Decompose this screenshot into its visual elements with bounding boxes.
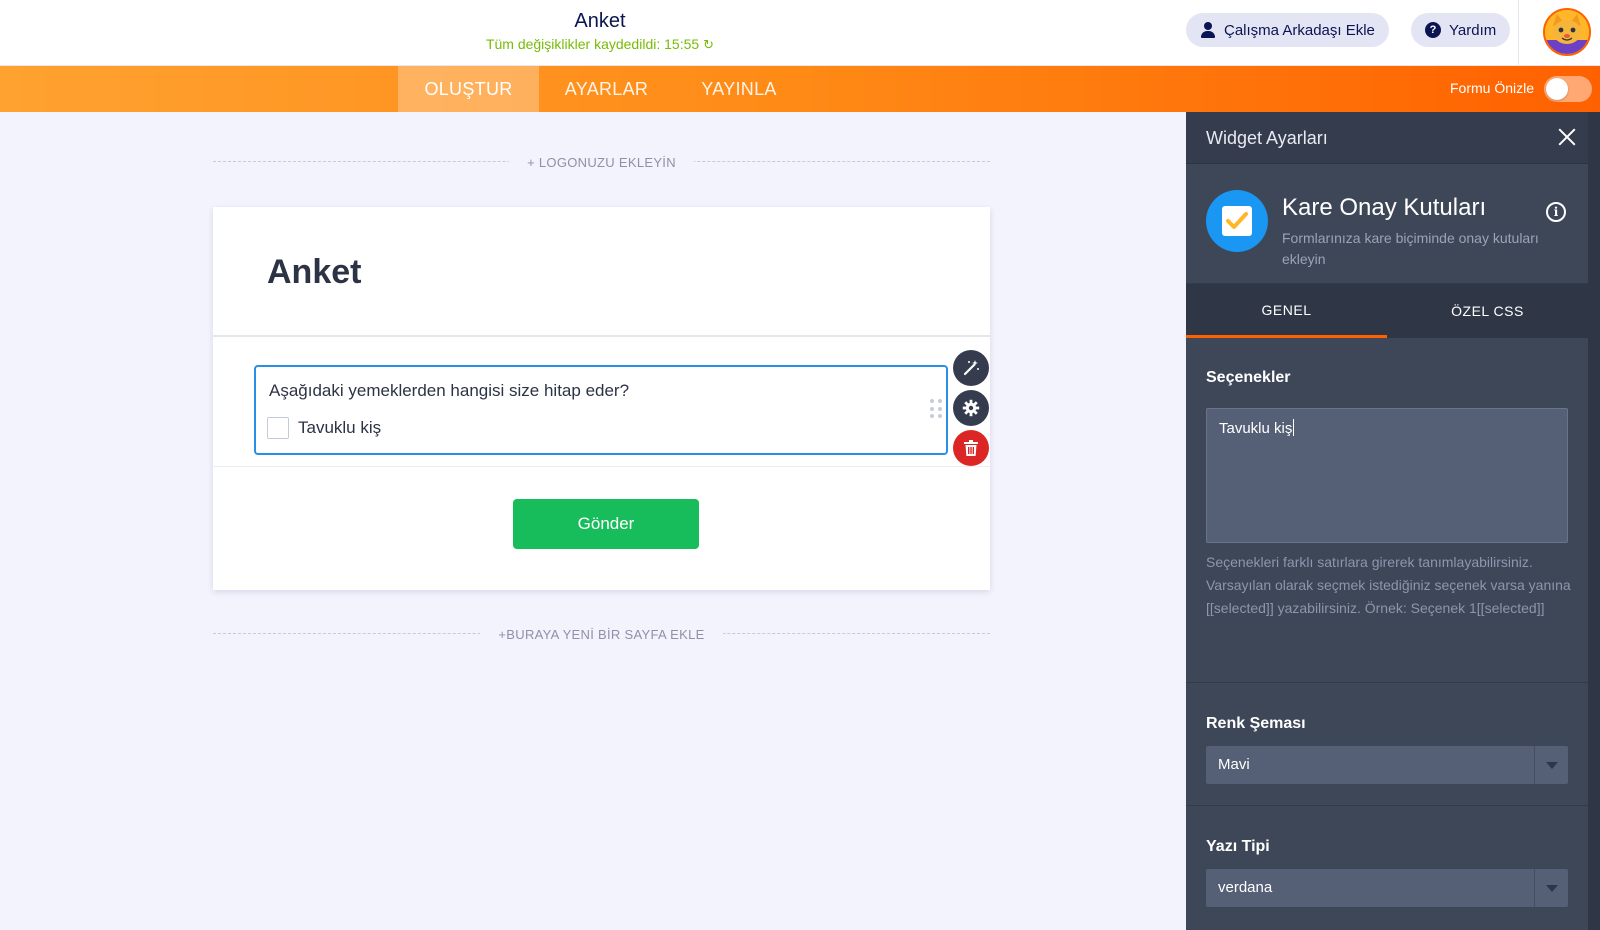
options-label: Seçenekler — [1206, 369, 1291, 386]
builder-nav-bar: OLUŞTUR AYARLAR YAYINLA Formu Önizle — [0, 66, 1600, 112]
add-logo-link[interactable]: + LOGONUZU EKLEYİN — [213, 155, 990, 170]
avatar[interactable] — [1543, 8, 1591, 56]
close-icon[interactable] — [1556, 126, 1578, 148]
refresh-icon: ↻ — [703, 37, 715, 52]
info-icon[interactable]: i — [1546, 202, 1566, 222]
form-heading[interactable]: Anket — [267, 253, 361, 292]
trash-icon — [964, 440, 978, 456]
user-icon — [1200, 22, 1216, 38]
font-value: verdana — [1218, 879, 1273, 896]
field-divider — [213, 466, 990, 467]
heading-divider — [213, 335, 990, 337]
checkbox-widget-icon — [1206, 190, 1268, 252]
cat-avatar-icon — [1545, 10, 1589, 54]
form-name-title[interactable]: Anket — [0, 10, 1200, 33]
tab-custom-css[interactable]: ÖZEL CSS — [1387, 284, 1588, 338]
help-button[interactable]: ? Yardım — [1411, 13, 1511, 47]
color-scheme-label: Renk Şeması — [1206, 715, 1306, 732]
checkbox-square — [1222, 206, 1252, 236]
widget-name: Kare Onay Kutuları — [1282, 194, 1487, 221]
checkbox-option: Tavuklu kiş — [267, 417, 381, 439]
gear-icon — [962, 399, 980, 417]
top-header: Anket Tüm değişiklikler kaydedildi: 15:5… — [0, 0, 1600, 66]
panel-header: Widget Ayarları — [1186, 112, 1588, 164]
delete-field-button[interactable] — [953, 430, 989, 466]
font-select[interactable]: verdana — [1206, 869, 1568, 907]
magic-wand-icon — [963, 360, 979, 376]
panel-tabs: GENEL ÖZEL CSS — [1186, 284, 1588, 338]
toggle-knob — [1546, 78, 1568, 100]
widget-settings-panel: Widget Ayarları Kare Onay Kutuları Forml… — [1186, 112, 1600, 930]
options-textarea[interactable]: Tavuklu kiş — [1206, 408, 1568, 543]
help-label: Yardım — [1449, 21, 1497, 39]
question-label[interactable]: Aşağıdaki yemeklerden hangisi size hitap… — [269, 381, 629, 401]
color-scheme-value: Mavi — [1218, 756, 1250, 773]
option-checkbox[interactable] — [267, 417, 289, 439]
section-divider — [1186, 805, 1588, 806]
option-label: Tavuklu kiş — [298, 418, 382, 437]
checkmark-icon — [1226, 212, 1248, 229]
panel-title: Widget Ayarları — [1206, 128, 1328, 148]
preview-form-label: Formu Önizle — [1450, 80, 1535, 96]
panel-scrollbar[interactable] — [1588, 112, 1600, 930]
drag-handle-icon[interactable] — [930, 399, 942, 419]
color-scheme-select[interactable]: Mavi — [1206, 746, 1568, 784]
checkbox-question-field[interactable]: Aşağıdaki yemeklerden hangisi size hitap… — [254, 365, 948, 455]
tab-settings[interactable]: AYARLAR — [539, 66, 674, 112]
preview-form-toggle[interactable] — [1544, 76, 1592, 102]
font-label: Yazı Tipi — [1206, 838, 1270, 855]
field-properties-button[interactable] — [953, 390, 989, 426]
widget-info: Kare Onay Kutuları Formlarınıza kare biç… — [1186, 164, 1588, 284]
text-caret — [1293, 419, 1295, 436]
tab-build[interactable]: OLUŞTUR — [398, 66, 539, 112]
tab-publish[interactable]: YAYINLA — [674, 66, 804, 112]
avatar-container — [1518, 0, 1600, 66]
chevron-down-icon — [1534, 869, 1568, 907]
add-collaborator-button[interactable]: Çalışma Arkadaşı Ekle — [1186, 13, 1389, 47]
add-page-label[interactable]: +BURAYA YENİ BİR SAYFA EKLE — [480, 627, 723, 642]
options-text: Tavuklu kiş — [1219, 420, 1293, 437]
save-status-text: Tüm değişiklikler kaydedildi: 15:55 — [485, 36, 700, 52]
submit-button[interactable]: Gönder — [513, 499, 699, 549]
save-status: Tüm değişiklikler kaydedildi: 15:55 ↻ — [0, 36, 1200, 53]
widget-description: Formlarınıza kare biçiminde onay kutular… — [1282, 230, 1539, 267]
section-divider — [1186, 682, 1588, 683]
question-mark-icon: ? — [1425, 22, 1441, 38]
tab-general[interactable]: GENEL — [1186, 284, 1387, 338]
add-collaborator-label: Çalışma Arkadaşı Ekle — [1224, 21, 1375, 39]
chevron-down-icon — [1534, 746, 1568, 784]
options-help-text: Seçenekleri farklı satırlara girerek tan… — [1206, 554, 1571, 616]
form-card: Anket Aşağıdaki yemeklerden hangisi size… — [213, 207, 990, 590]
magic-wand-button[interactable] — [953, 350, 989, 386]
add-logo-label[interactable]: + LOGONUZU EKLEYİN — [509, 155, 694, 170]
add-page-link[interactable]: +BURAYA YENİ BİR SAYFA EKLE — [213, 627, 990, 642]
